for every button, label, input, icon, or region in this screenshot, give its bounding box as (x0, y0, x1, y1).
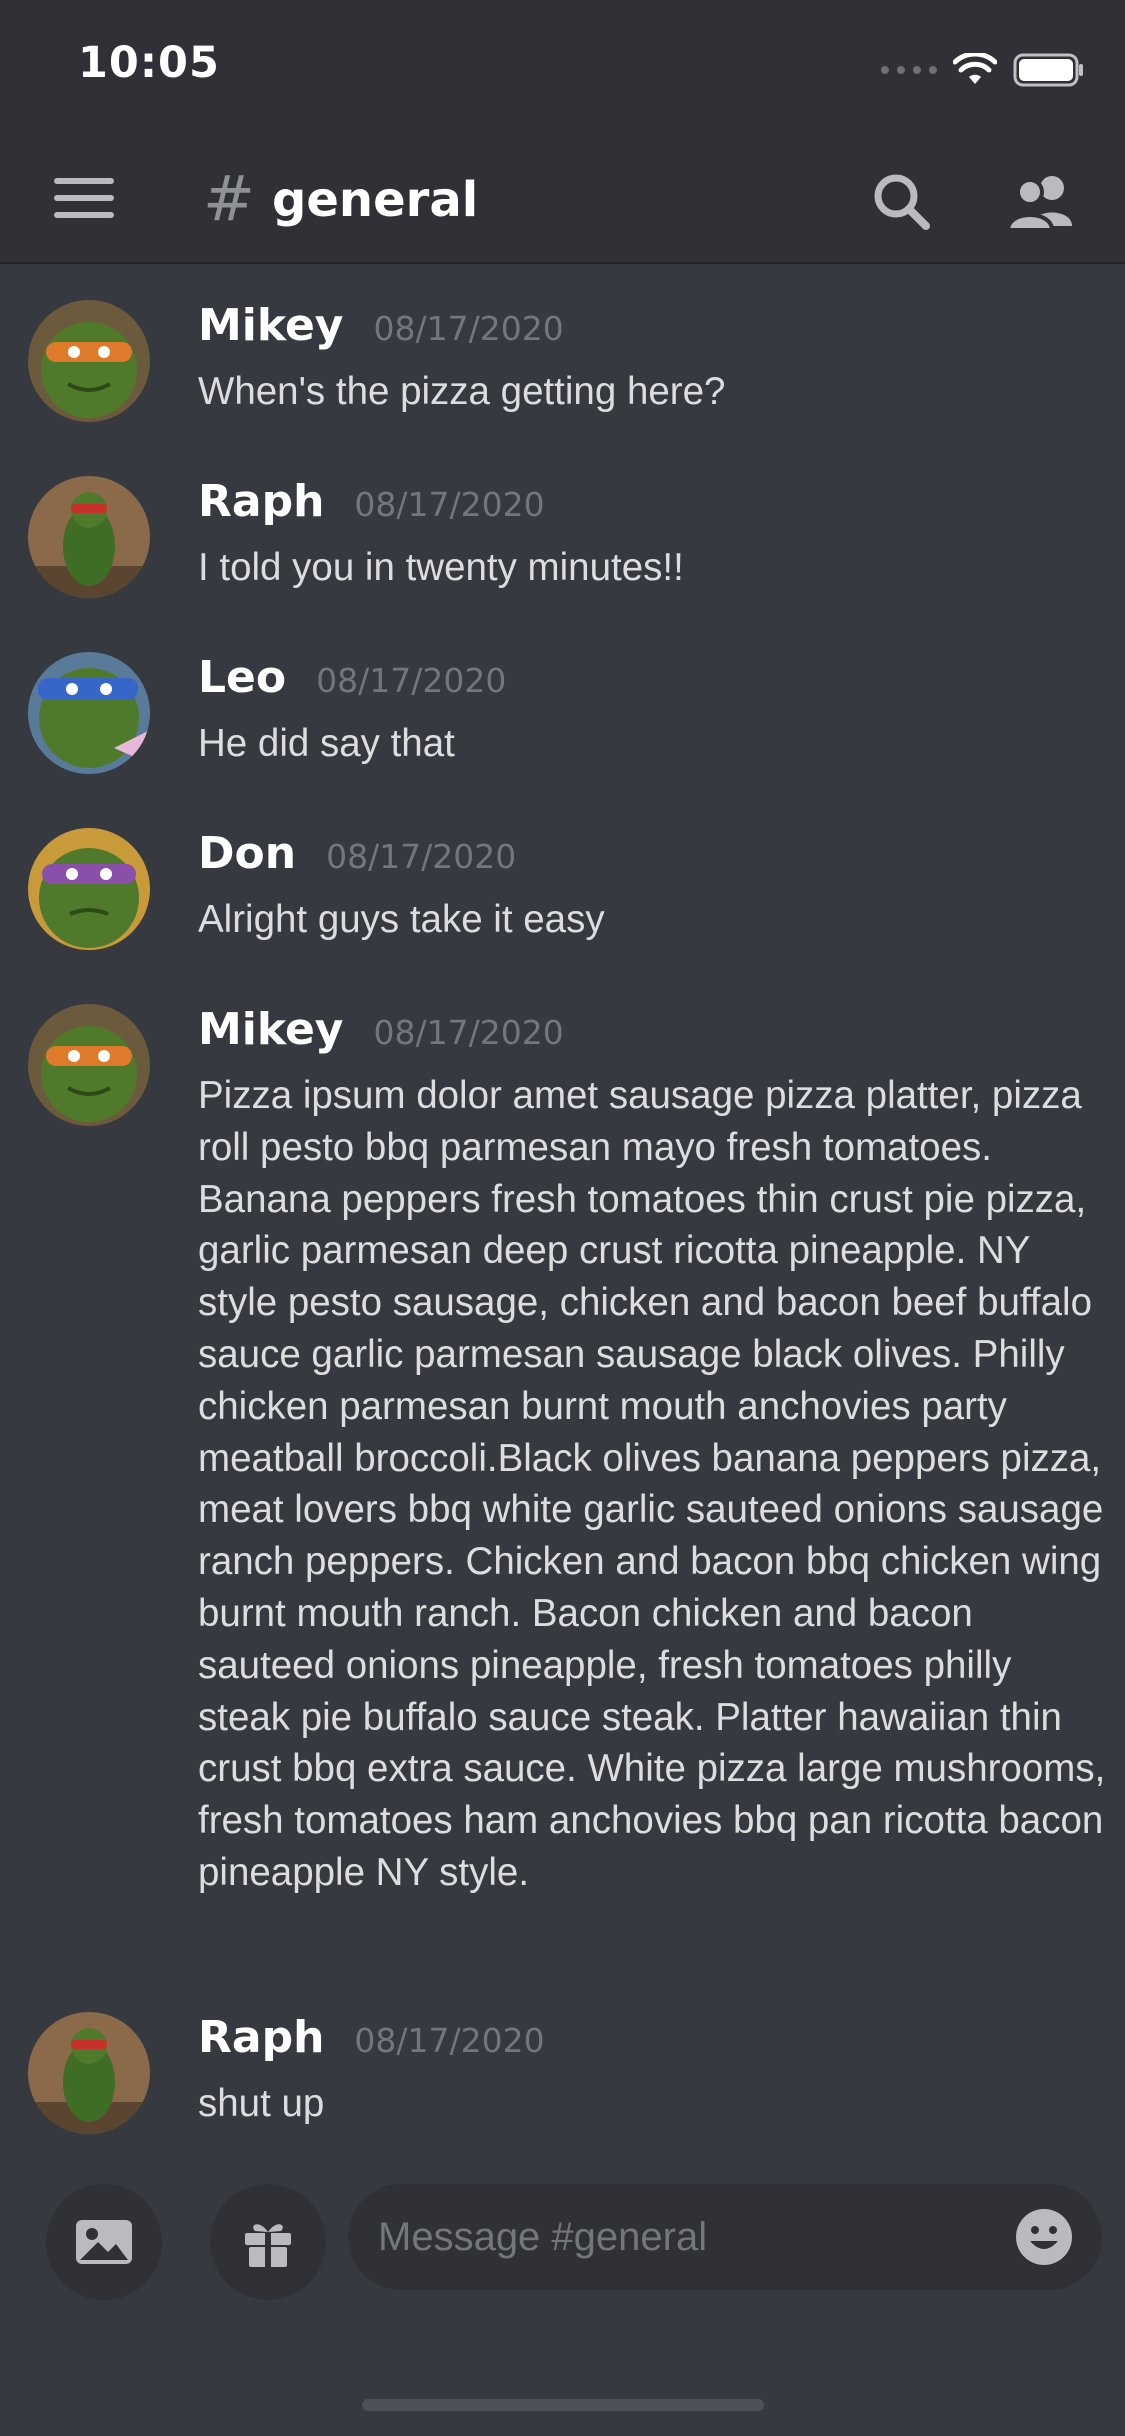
message-input[interactable] (378, 2184, 998, 2290)
message-author[interactable]: Don (198, 828, 296, 879)
gift-button[interactable] (210, 2184, 326, 2300)
message-timestamp: 08/17/2020 (373, 309, 564, 348)
message-header: Raph 08/17/2020 (198, 476, 545, 536)
status-time: 10:05 (78, 38, 220, 88)
message-text: shut up (198, 2082, 325, 2125)
message-text: When's the pizza getting here? (198, 370, 726, 413)
message-author[interactable]: Leo (198, 652, 286, 703)
message-timestamp: 08/17/2020 (354, 485, 545, 524)
message-header: Mikey 08/17/2020 (198, 1004, 564, 1064)
channel-title: general (272, 172, 479, 228)
members-icon[interactable] (1006, 170, 1076, 234)
search-icon[interactable] (870, 170, 934, 234)
message-header: Mikey 08/17/2020 (198, 300, 564, 360)
upload-image-button[interactable] (46, 2184, 162, 2300)
message-timestamp: 08/17/2020 (354, 2021, 545, 2060)
channel-header: # general (0, 140, 1125, 264)
battery-icon (1013, 53, 1083, 87)
avatar[interactable] (28, 828, 150, 950)
message-text: Alright guys take it easy (198, 898, 605, 941)
gift-icon (245, 2224, 291, 2267)
home-indicator[interactable] (362, 2399, 764, 2411)
message-composer (0, 2164, 1125, 2436)
channel-hash-icon: # (203, 162, 255, 235)
avatar[interactable] (28, 476, 150, 598)
message-author[interactable]: Raph (198, 2012, 324, 2063)
image-icon (76, 2220, 132, 2264)
message-author[interactable]: Mikey (198, 300, 343, 351)
emoji-icon[interactable] (1014, 2207, 1074, 2267)
message-header: Don 08/17/2020 (198, 828, 516, 888)
wifi-icon (953, 53, 997, 84)
message-timestamp: 08/17/2020 (373, 1013, 564, 1052)
message-text: He did say that (198, 722, 455, 765)
message-author[interactable]: Raph (198, 476, 324, 527)
avatar[interactable] (28, 652, 150, 774)
message-timestamp: 08/17/2020 (316, 661, 507, 700)
cellular-signal-icon (881, 66, 937, 74)
message-header: Raph 08/17/2020 (198, 2012, 545, 2072)
message-text: Pizza ipsum dolor amet sausage pizza pla… (198, 1074, 1106, 1894)
message-list[interactable]: Mikey 08/17/2020 When's the pizza gettin… (0, 264, 1125, 2164)
hamburger-menu-icon[interactable] (54, 178, 114, 226)
status-bar: 10:05 (0, 0, 1125, 140)
avatar[interactable] (28, 1004, 150, 1126)
avatar[interactable] (28, 300, 150, 422)
message-input-container (348, 2184, 1102, 2290)
avatar[interactable] (28, 2012, 150, 2134)
message-timestamp: 08/17/2020 (326, 837, 517, 876)
message-text: I told you in twenty minutes!! (198, 546, 684, 589)
message-header: Leo 08/17/2020 (198, 652, 506, 712)
message-author[interactable]: Mikey (198, 1004, 343, 1055)
status-icons (881, 50, 1085, 90)
